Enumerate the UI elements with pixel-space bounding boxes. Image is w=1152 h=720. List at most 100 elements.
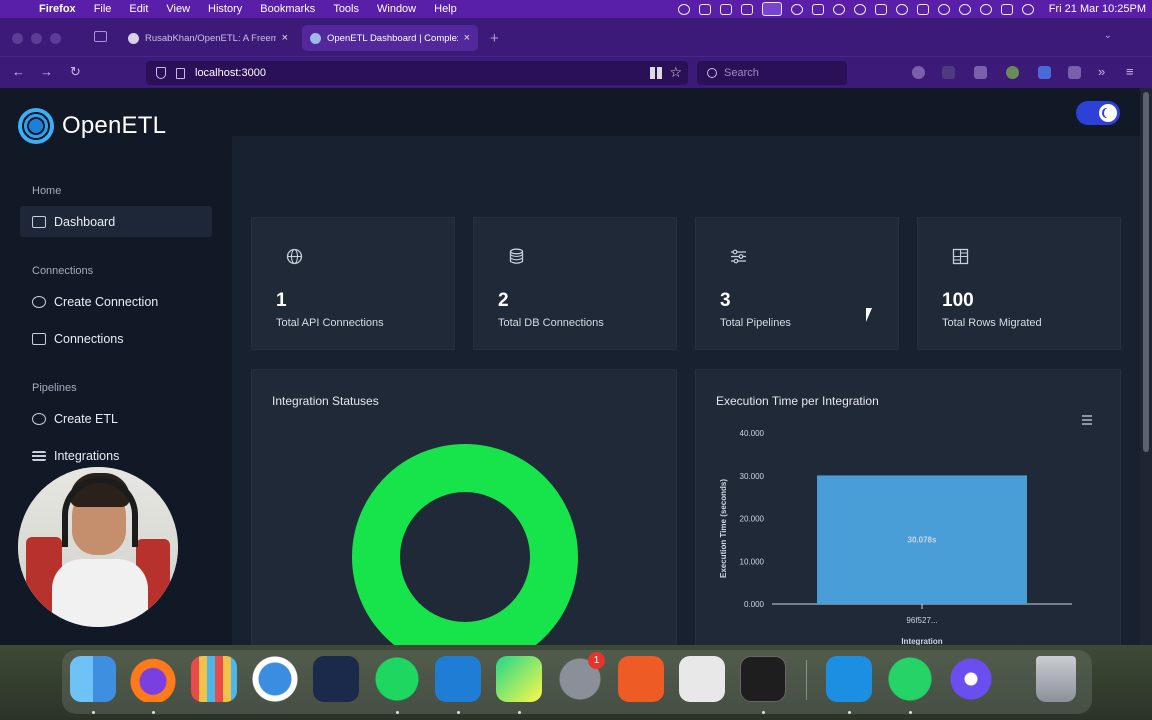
tab-openetl[interactable]: OpenETL Dashboard | Complex × bbox=[302, 25, 478, 51]
status-cloud-icon[interactable] bbox=[740, 3, 753, 15]
launchpad-icon[interactable] bbox=[191, 656, 237, 702]
search-bar[interactable]: Search bbox=[697, 61, 847, 85]
menu-bookmarks[interactable]: Bookmarks bbox=[251, 3, 324, 15]
sidebar-heading-home: Home bbox=[32, 185, 62, 197]
back-icon[interactable]: ← bbox=[12, 64, 25, 79]
sidebar-item-create-etl[interactable]: Create ETL bbox=[20, 403, 212, 434]
status-headphones-icon[interactable] bbox=[853, 3, 866, 15]
x-tick-label: 96f527... bbox=[906, 616, 937, 625]
sidebar-item-dashboard[interactable]: Dashboard bbox=[20, 206, 212, 237]
minimize-window-button[interactable] bbox=[31, 33, 42, 44]
scrollbar-thumb[interactable] bbox=[1143, 92, 1149, 452]
integration-statuses-chart: 100.0% bbox=[352, 444, 578, 645]
forward-icon[interactable]: → bbox=[40, 64, 53, 79]
close-tab-icon[interactable]: × bbox=[282, 32, 288, 44]
create-icon bbox=[32, 295, 46, 308]
status-area: Fri 21 Mar 10:25PM bbox=[677, 0, 1146, 18]
pycharm-icon[interactable] bbox=[496, 656, 542, 702]
menu-window[interactable]: Window bbox=[368, 3, 425, 15]
extension-icon[interactable] bbox=[1038, 66, 1051, 79]
stat-card-api-connections: 1 Total API Connections bbox=[251, 217, 455, 350]
menu-view[interactable]: View bbox=[157, 3, 199, 15]
list-all-tabs-icon[interactable]: ⌄ bbox=[1104, 30, 1112, 41]
execution-time-panel: Execution Time per Integration 0.000 10.0… bbox=[695, 369, 1121, 645]
menu-edit[interactable]: Edit bbox=[120, 3, 157, 15]
url-text[interactable]: localhost:3000 bbox=[195, 67, 266, 79]
sidebar-item-connections[interactable]: Connections bbox=[20, 323, 212, 354]
y-tick-label: 30.000 bbox=[740, 472, 765, 481]
status-play-icon[interactable] bbox=[895, 3, 908, 15]
pipelines-icon bbox=[731, 249, 746, 264]
status-extension-icon[interactable] bbox=[677, 3, 690, 15]
postman-icon[interactable] bbox=[618, 656, 664, 702]
sidebar-item-label: Dashboard bbox=[54, 214, 116, 229]
firefox-icon[interactable] bbox=[130, 656, 176, 702]
bookmark-star-icon[interactable]: ☆ bbox=[669, 64, 682, 81]
extension-icon[interactable] bbox=[942, 66, 955, 79]
database-icon bbox=[509, 248, 524, 264]
close-window-button[interactable] bbox=[12, 33, 23, 44]
mouse-cursor bbox=[866, 308, 878, 322]
status-chrome-icon[interactable] bbox=[832, 3, 845, 15]
tracking-shield-icon[interactable] bbox=[156, 67, 166, 79]
extension-icon[interactable] bbox=[1006, 66, 1019, 79]
sidebar-item-label: Connections bbox=[54, 331, 124, 346]
whatsapp-icon[interactable] bbox=[887, 656, 933, 702]
extension-icon[interactable] bbox=[1068, 66, 1081, 79]
sidebar-item-create-connection[interactable]: Create Connection bbox=[20, 286, 212, 317]
spotlight-search-icon[interactable] bbox=[979, 3, 992, 15]
reload-icon[interactable]: ↻ bbox=[70, 64, 81, 80]
menu-tools[interactable]: Tools bbox=[324, 3, 368, 15]
close-tab-icon[interactable]: × bbox=[464, 32, 470, 44]
spotify-icon[interactable] bbox=[374, 656, 420, 702]
menu-app-name[interactable]: Firefox bbox=[30, 3, 85, 15]
extension-icon[interactable] bbox=[912, 66, 925, 79]
wifi-icon[interactable] bbox=[937, 3, 950, 15]
theme-toggle[interactable] bbox=[1076, 101, 1120, 125]
terminal-icon[interactable] bbox=[740, 656, 786, 702]
stat-value: 1 bbox=[276, 290, 287, 311]
zoom-window-button[interactable] bbox=[50, 33, 61, 44]
new-tab-button[interactable]: + bbox=[490, 30, 499, 47]
qr-grid-icon[interactable] bbox=[650, 67, 662, 79]
battery-icon[interactable] bbox=[916, 3, 929, 15]
tab-overview-icon[interactable] bbox=[94, 31, 107, 42]
list-icon bbox=[32, 450, 46, 461]
status-tool-icon[interactable] bbox=[698, 3, 711, 15]
thunderbird-icon[interactable] bbox=[252, 656, 298, 702]
stat-label: Total Rows Migrated bbox=[942, 317, 1042, 329]
stat-card-pipelines: 3 Total Pipelines bbox=[695, 217, 899, 350]
status-screen-icon[interactable] bbox=[761, 2, 782, 16]
stat-label: Total DB Connections bbox=[498, 317, 604, 329]
status-app-icon[interactable] bbox=[719, 3, 732, 15]
github-icon bbox=[128, 32, 139, 44]
cloud-app-icon[interactable] bbox=[313, 656, 359, 702]
menu-file[interactable]: File bbox=[85, 3, 121, 15]
pgadmin-icon[interactable] bbox=[679, 656, 725, 702]
docker-icon[interactable] bbox=[826, 656, 872, 702]
extension-icon[interactable] bbox=[974, 66, 987, 79]
user-icon[interactable] bbox=[958, 3, 971, 15]
status-display-icon[interactable] bbox=[874, 3, 887, 15]
menu-help[interactable]: Help bbox=[425, 3, 466, 15]
menubar-clock[interactable]: Fri 21 Mar 10:25PM bbox=[1049, 3, 1146, 15]
page-scrollbar[interactable] bbox=[1140, 88, 1152, 645]
hamburger-menu-icon[interactable]: ≡ bbox=[1126, 64, 1134, 79]
siri-icon[interactable] bbox=[1021, 3, 1034, 15]
control-center-icon[interactable] bbox=[1000, 3, 1013, 15]
donut-slice[interactable] bbox=[352, 444, 578, 645]
tab-github[interactable]: RusabKhan/OpenETL: A Freemiu × bbox=[120, 25, 296, 51]
finder-icon[interactable] bbox=[70, 656, 116, 702]
perplexity-icon[interactable] bbox=[948, 656, 994, 702]
menu-history[interactable]: History bbox=[199, 3, 251, 15]
dock-separator bbox=[806, 660, 807, 700]
stat-value: 3 bbox=[720, 290, 731, 311]
vscode-icon[interactable] bbox=[435, 656, 481, 702]
address-bar[interactable]: localhost:3000 ☆ bbox=[146, 61, 688, 85]
window-controls bbox=[12, 33, 61, 44]
more-tools-icon[interactable]: » bbox=[1098, 64, 1105, 79]
status-gear-icon[interactable] bbox=[790, 3, 803, 15]
status-window-icon[interactable] bbox=[811, 3, 824, 15]
trash-icon[interactable] bbox=[1036, 656, 1076, 702]
page-info-icon[interactable] bbox=[176, 67, 185, 79]
